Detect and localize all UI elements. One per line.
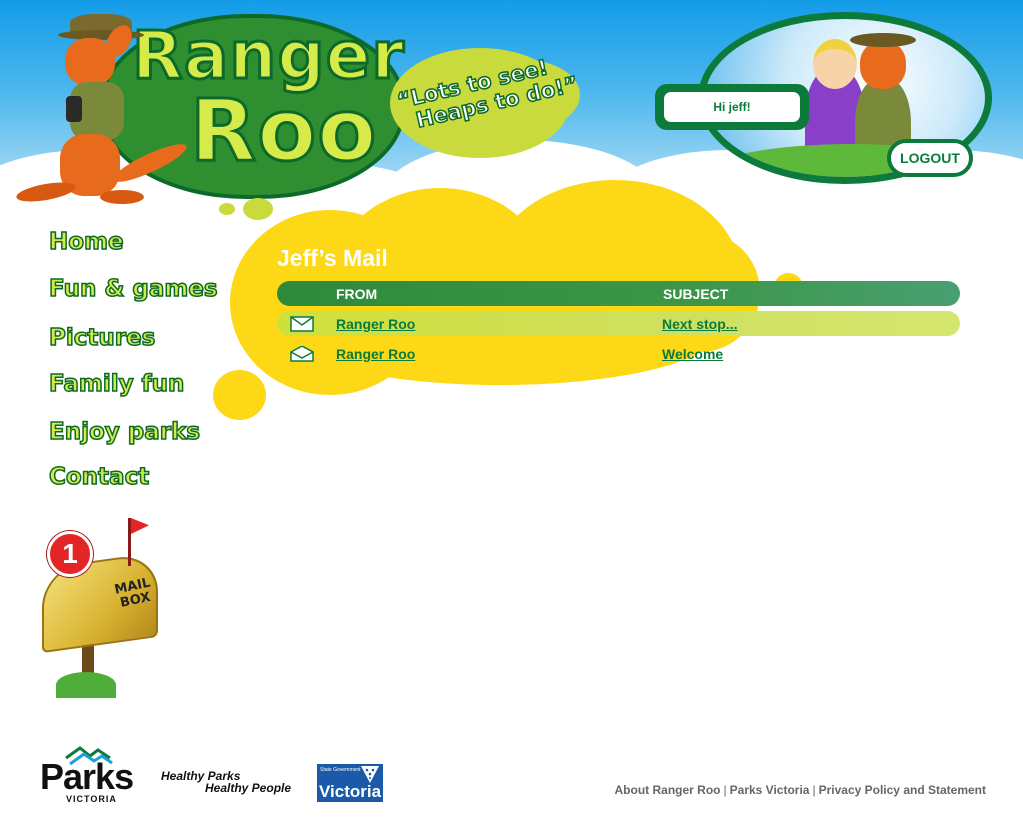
grass-tuft [56, 672, 116, 698]
healthy-parks-line2: Healthy People [205, 781, 292, 795]
nav-fun-games[interactable]: Fun & games [48, 275, 218, 303]
mail-from-link[interactable]: Ranger Roo [336, 346, 415, 362]
nav-pictures[interactable]: Pictures [48, 324, 156, 352]
greeting-box: Hi jeff! [655, 84, 809, 130]
parks-logo-subtext: VICTORIA [66, 794, 117, 804]
ranger-roo-mascot [10, 4, 191, 219]
victoria-logo-small: State Government [320, 767, 361, 773]
footer-link-parks-victoria[interactable]: Parks Victoria [730, 783, 810, 797]
mail-subject-link[interactable]: Welcome [662, 346, 723, 362]
mail-row[interactable]: Ranger Roo Next stop... [277, 311, 960, 336]
column-header-from: FROM [336, 286, 378, 302]
footer-link-about[interactable]: About Ranger Roo [615, 783, 721, 797]
footer-links: About Ranger Roo | Parks Victoria | Privacy … [615, 783, 986, 797]
column-header-subject: SUBJECT [663, 286, 729, 302]
parks-logo-text: Parks [40, 756, 134, 797]
nav-contact[interactable]: Contact [48, 463, 150, 491]
unread-envelope-icon [290, 316, 314, 332]
footer-separator: | [812, 783, 816, 797]
flag-pole [128, 518, 131, 566]
nav-home[interactable]: Home [48, 228, 124, 256]
flag-icon [131, 518, 149, 534]
mail-subject-link[interactable]: Next stop... [662, 316, 737, 332]
nav-enjoy-parks[interactable]: Enjoy parks [48, 418, 201, 446]
nav-family-fun[interactable]: Family fun [48, 370, 185, 398]
victoria-state-logo[interactable]: State Government Victoria [317, 764, 383, 802]
victoria-logo-text: Victoria [319, 782, 382, 801]
footer-separator: | [723, 783, 727, 797]
mail-title: Jeff’s Mail [277, 245, 388, 271]
unread-count-badge: 1 [47, 531, 93, 577]
footer-link-privacy[interactable]: Privacy Policy and Statement [819, 783, 986, 797]
opened-envelope-icon [290, 346, 314, 362]
healthy-parks-logo: Healthy Parks Healthy People [161, 770, 291, 794]
logo-text-roo: Roo [188, 81, 378, 181]
logout-button[interactable]: LOGOUT [887, 139, 973, 177]
mail-from-link[interactable]: Ranger Roo [336, 316, 415, 332]
parks-victoria-logo[interactable]: Parks VICTORIA [40, 744, 138, 804]
mail-row[interactable]: Ranger Roo Welcome [277, 341, 960, 366]
greeting-text: Hi jeff! [664, 92, 800, 122]
mail-table-header: FROM SUBJECT [277, 281, 960, 306]
